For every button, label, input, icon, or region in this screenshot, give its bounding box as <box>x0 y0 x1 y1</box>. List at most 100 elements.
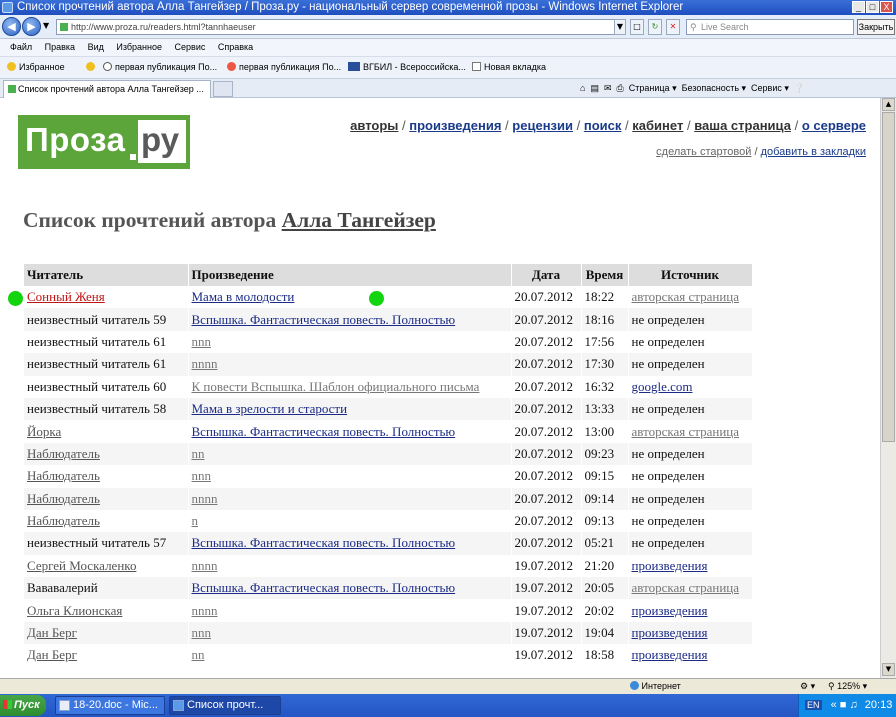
back-button[interactable]: ◀ <box>2 17 21 36</box>
search-input[interactable]: ⚲ Live Search <box>686 19 854 35</box>
source-link[interactable]: авторская страница <box>632 424 740 439</box>
minimize-button[interactable]: _ <box>852 1 865 13</box>
work-link[interactable]: Вспышка. Фантастическая повесть. Полност… <box>192 535 456 550</box>
help-icon[interactable]: ❔ <box>794 83 805 93</box>
favorite-link-2[interactable]: первая публикация По... <box>227 57 341 78</box>
reader-cell: Наблюдатель <box>24 487 189 510</box>
work-link[interactable]: nnn <box>192 334 212 349</box>
menu-file[interactable]: Файл <box>10 42 32 52</box>
work-link[interactable]: nnn <box>192 468 212 483</box>
tab-active[interactable]: Список прочтений автора Алла Тангейзер .… <box>3 80 211 98</box>
work-link[interactable]: Вспышка. Фантастическая повесть. Полност… <box>192 424 456 439</box>
work-link[interactable]: Мама в молодости <box>192 289 295 304</box>
menu-help[interactable]: Справка <box>218 42 253 52</box>
add-favorite-icon[interactable] <box>86 57 98 78</box>
nav-cabinet[interactable]: кабинет <box>632 118 683 133</box>
scroll-down-icon[interactable]: ▼ <box>882 663 895 676</box>
source-link[interactable]: google.com <box>632 379 693 394</box>
nav-works[interactable]: произведения <box>409 118 501 133</box>
source-link[interactable]: произведения <box>632 625 708 640</box>
reader-link[interactable]: Ольга Клионская <box>27 603 122 618</box>
work-link[interactable]: n <box>192 513 199 528</box>
source-link[interactable]: произведения <box>632 647 708 662</box>
volume-icon[interactable]: ♫ <box>849 699 857 711</box>
work-link[interactable]: nnnn <box>192 491 218 506</box>
source-link[interactable]: авторская страница <box>632 289 740 304</box>
reader-link[interactable]: Наблюдатель <box>27 446 100 461</box>
print-icon[interactable]: ⎙ <box>617 83 624 93</box>
url-field[interactable]: http://www.proza.ru/readers.html?tannhae… <box>56 19 626 35</box>
close-window-button[interactable]: X <box>880 1 893 13</box>
nav-search[interactable]: поиск <box>584 118 622 133</box>
stop-icon[interactable]: ✕ <box>666 19 680 35</box>
work-link[interactable]: nnnn <box>192 558 218 573</box>
cmd-page[interactable]: Страница <box>629 83 670 93</box>
reader-cell: Вававалерий <box>24 577 189 600</box>
nav-reviews[interactable]: рецензии <box>512 118 573 133</box>
site-logo[interactable]: Проза ру <box>18 115 190 169</box>
work-link[interactable]: nnn <box>192 625 212 640</box>
cmd-tools[interactable]: Сервис <box>751 83 782 93</box>
taskbar-item-ie[interactable]: Список прочт... <box>169 696 281 715</box>
network-icon[interactable]: ■ <box>840 699 847 711</box>
work-link[interactable]: nn <box>192 647 205 662</box>
nav-about[interactable]: о сервере <box>802 118 866 133</box>
work-link[interactable]: Вспышка. Фантастическая повесть. Полност… <box>192 312 456 327</box>
bookmark-link[interactable]: добавить в закладки <box>761 146 866 158</box>
favorites-button[interactable]: Избранное <box>7 57 65 78</box>
reader-link[interactable]: Дан Берг <box>27 625 77 640</box>
scroll-up-icon[interactable]: ▲ <box>882 98 895 111</box>
work-link[interactable]: nnnn <box>192 356 218 371</box>
nav-your-page[interactable]: ваша страница <box>694 118 791 133</box>
source-link[interactable]: авторская страница <box>632 580 740 595</box>
favorite-link-1[interactable]: первая публикация По... <box>103 57 217 78</box>
source-link[interactable]: произведения <box>632 603 708 618</box>
refresh-icon[interactable]: ↻ <box>648 19 662 35</box>
menu-tools[interactable]: Сервис <box>175 42 206 52</box>
language-indicator[interactable]: EN <box>805 700 822 710</box>
work-link[interactable]: nn <box>192 446 205 461</box>
start-button[interactable]: Пуск <box>0 695 46 716</box>
feeds-icon[interactable]: ▤ <box>590 83 599 93</box>
clock[interactable]: 20:13 <box>865 699 893 711</box>
reader-link[interactable]: Сонный Женя <box>27 289 105 304</box>
favorite-link-3[interactable]: ВГБИЛ - Всероссийска... <box>348 57 466 78</box>
tray-arrow-icon[interactable]: « <box>831 699 837 711</box>
history-dropdown-icon[interactable]: ▼ <box>43 21 49 30</box>
reader-cell: неизвестный читатель 58 <box>24 397 189 421</box>
mail-icon[interactable]: ✉ <box>604 83 612 93</box>
menu-view[interactable]: Вид <box>88 42 104 52</box>
new-tab-button[interactable] <box>213 81 233 97</box>
nav-authors[interactable]: авторы <box>350 118 398 133</box>
scroll-thumb[interactable] <box>882 112 895 442</box>
make-homepage-link[interactable]: сделать стартовой <box>656 146 751 158</box>
source-link[interactable]: произведения <box>632 558 708 573</box>
menu-edit[interactable]: Правка <box>45 42 75 52</box>
work-link[interactable]: nnnn <box>192 603 218 618</box>
reader-link[interactable]: Наблюдатель <box>27 513 100 528</box>
url-dropdown-icon[interactable]: ▼ <box>614 19 626 35</box>
author-link[interactable]: Алла Тангейзер <box>282 208 436 232</box>
home-icon[interactable]: ⌂ <box>580 83 585 93</box>
maximize-button[interactable]: □ <box>866 1 879 13</box>
taskbar-item-word[interactable]: 18-20.doc - Mic... <box>55 696 165 715</box>
reader-link[interactable]: Сергей Москаленко <box>27 558 136 573</box>
compat-view-icon[interactable]: □ <box>630 19 644 35</box>
reader-link[interactable]: Йорка <box>27 424 61 439</box>
work-link[interactable]: Вспышка. Фантастическая повесть. Полност… <box>192 580 456 595</box>
zoom-control[interactable]: ⚲ 125% ▾ <box>828 679 867 694</box>
reader-link[interactable]: Наблюдатель <box>27 491 100 506</box>
work-link[interactable]: К повести Вспышка. Шаблон официального п… <box>192 379 480 394</box>
logo-ru-box: ру <box>138 120 186 163</box>
vertical-scrollbar[interactable]: ▲ ▼ <box>880 98 896 678</box>
menu-favorites[interactable]: Избранное <box>116 42 162 52</box>
close-tooltip-button[interactable]: Закрыть <box>857 19 895 35</box>
forward-button[interactable]: ▶ <box>22 17 41 36</box>
cmd-security[interactable]: Безопасность <box>682 83 739 93</box>
favorite-link-4[interactable]: Новая вкладка <box>472 57 546 78</box>
reader-link[interactable]: Наблюдатель <box>27 468 100 483</box>
reader-link[interactable]: Дан Берг <box>27 647 77 662</box>
work-link[interactable]: Мама в зрелости и старости <box>192 401 348 416</box>
protected-mode-icon[interactable]: ⚙ ▾ <box>800 679 815 694</box>
table-row: неизвестный читатель 57 Вспышка. Фантаст… <box>24 532 753 555</box>
